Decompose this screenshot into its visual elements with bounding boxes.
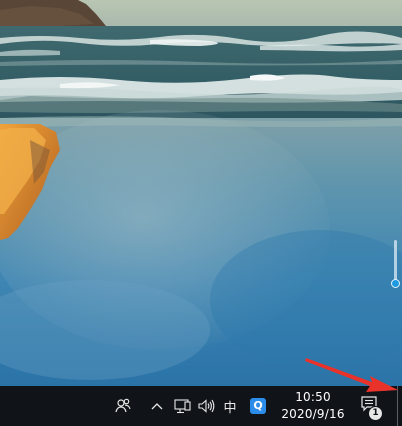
volume-button[interactable]: [196, 386, 216, 426]
show-hidden-icons-button[interactable]: [150, 386, 164, 426]
network-button[interactable]: [172, 386, 192, 426]
people-icon: [115, 398, 131, 413]
notification-count-badge: 1: [368, 406, 383, 421]
action-center-icon-wrap: 1: [361, 395, 383, 421]
speaker-icon: [198, 399, 215, 413]
qq-tray-button[interactable]: Q: [248, 386, 268, 426]
volume-slider-thumb[interactable]: [391, 279, 400, 289]
volume-slider[interactable]: [391, 236, 401, 292]
qq-icon: Q: [250, 398, 266, 414]
taskbar: 中 Q 10:50 2020/9/16 1: [0, 386, 402, 426]
chevron-up-icon: [151, 403, 163, 410]
network-icon: [173, 398, 191, 413]
desktop-wallpaper[interactable]: [0, 0, 402, 386]
clock-button[interactable]: 10:50 2020/9/16: [277, 386, 349, 426]
people-button[interactable]: [112, 386, 134, 426]
input-method-button[interactable]: 中: [221, 386, 239, 426]
desktop-screen: 中 Q 10:50 2020/9/16 1: [0, 0, 402, 426]
clock-date: 2020/9/16: [281, 407, 345, 421]
action-center-button[interactable]: 1: [360, 386, 383, 426]
show-desktop-button[interactable]: [397, 386, 402, 426]
clock-time: 10:50: [295, 390, 331, 404]
